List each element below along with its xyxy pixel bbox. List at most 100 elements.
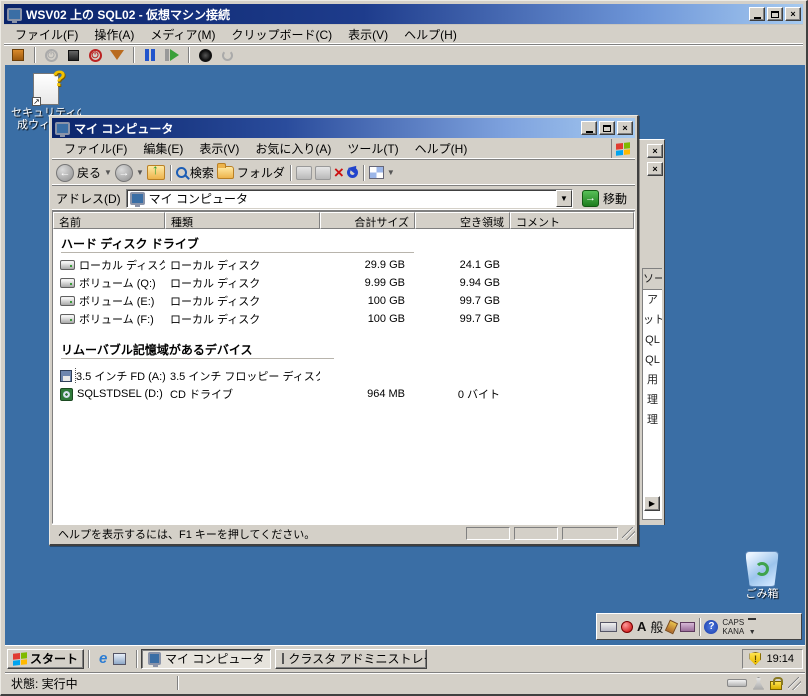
bg-child-close-button[interactable]: × (647, 162, 663, 176)
tray-clock[interactable]: 19:14 (766, 653, 794, 665)
search-icon[interactable] (176, 167, 187, 178)
copy-to-icon[interactable] (315, 166, 331, 180)
explorer-menu-tools[interactable]: ツール(T) (339, 137, 406, 160)
vm-minimize-button[interactable] (749, 7, 765, 21)
ime-tools-icon[interactable] (680, 622, 695, 632)
up-icon[interactable]: ↑ (147, 165, 165, 180)
statusbar-help-text: ヘルプを表示するには、F1 キーを押してください。 (58, 526, 462, 542)
turn-off-button[interactable] (65, 47, 81, 63)
column-header-comments[interactable]: コメント (510, 212, 634, 229)
pause-button[interactable] (142, 47, 158, 63)
vm-menu-view[interactable]: 表示(V) (341, 24, 395, 45)
security-alert-icon[interactable]: ! (749, 652, 761, 665)
explorer-menu-help[interactable]: ヘルプ(H) (407, 137, 476, 160)
address-value: マイ コンピュータ (149, 190, 248, 207)
vm-menu-help[interactable]: ヘルプ(H) (397, 24, 464, 45)
go-button[interactable]: → 移動 (578, 189, 631, 208)
reset-button[interactable] (164, 47, 180, 63)
explorer-menu-favorites[interactable]: お気に入り(A) (247, 137, 339, 160)
vm-menu-media[interactable]: メディア(M) (143, 24, 222, 45)
explorer-maximize-button[interactable] (599, 121, 615, 135)
drive-row-c[interactable]: ローカル ディスク (.. ローカル ディスク 29.9 GB 24.1 GB (53, 256, 634, 274)
back-icon[interactable]: ← (56, 164, 74, 182)
drive-name[interactable]: ボリューム (Q:) (79, 275, 156, 291)
occluded-background-window[interactable]: × × ソー ア ット QL QL 用 理 理 ▶ (638, 139, 665, 525)
explorer-menu-edit[interactable]: 編集(E) (135, 137, 191, 160)
folders-button-label[interactable]: フォルダ (237, 164, 285, 181)
occluded-window-text: ソー (643, 269, 662, 290)
langbar-minimize-icon[interactable] (748, 618, 756, 620)
explorer-close-button[interactable]: × (617, 121, 633, 135)
conversion-mode-general[interactable]: 般 (650, 617, 663, 636)
ctrl-alt-del-button[interactable] (10, 47, 26, 63)
go-arrow-icon: → (582, 190, 599, 207)
move-to-icon[interactable] (296, 166, 312, 180)
vm-titlebar[interactable]: WSV02 上の SQL02 - 仮想マシン接続 × (4, 4, 803, 24)
explorer-menu-file[interactable]: ファイル(F) (56, 137, 135, 160)
start-vm-button[interactable]: ⏻ (43, 47, 59, 63)
ime-pad-icon[interactable] (665, 619, 678, 634)
revert-button[interactable] (219, 47, 235, 63)
bg-window-close-button[interactable]: × (647, 144, 663, 158)
caps-label[interactable]: CAPS (722, 618, 744, 627)
vm-menu-file[interactable]: ファイル(F) (8, 24, 85, 45)
vm-menu-clipboard[interactable]: クリップボード(C) (224, 24, 339, 45)
kana-label[interactable]: KANA (722, 627, 744, 636)
column-header-free-space[interactable]: 空き領域 (415, 212, 510, 229)
desktop-icon-recycle-bin[interactable]: ごみ箱 (727, 551, 797, 600)
ime-status-icon[interactable] (621, 621, 633, 633)
drive-row-f[interactable]: ボリューム (F:) ローカル ディスク 100 GB 99.7 GB (53, 310, 634, 328)
column-header-total-size[interactable]: 合計サイズ (320, 212, 415, 229)
show-desktop-icon[interactable] (113, 653, 126, 665)
drive-total-size: 100 GB (320, 295, 415, 307)
views-icon[interactable] (369, 166, 384, 179)
hdd-icon (60, 278, 75, 288)
drive-name[interactable]: ローカル ディスク (.. (79, 257, 165, 273)
undo-icon[interactable] (347, 167, 358, 178)
task-button-cluster-administrator[interactable]: クラスタ アドミニストレータ -.. (275, 649, 427, 669)
search-button-label[interactable]: 検索 (190, 164, 214, 181)
vm-close-button[interactable]: × (785, 7, 801, 21)
explorer-menu-view[interactable]: 表示(V) (191, 137, 247, 160)
forward-icon[interactable]: → (115, 164, 133, 182)
drive-name[interactable]: 3.5 インチ FD (A:) (76, 368, 165, 384)
start-button[interactable]: スタート (7, 649, 84, 669)
shutdown-button[interactable]: ⏻ (87, 47, 103, 63)
save-state-button[interactable] (109, 47, 125, 63)
back-button-label[interactable]: 戻る (77, 164, 101, 181)
task-button-my-computer[interactable]: マイ コンピュータ (141, 649, 271, 669)
ime-help-icon[interactable]: ? (704, 620, 718, 634)
vm-menu-action[interactable]: 操作(A) (87, 24, 141, 45)
bg-scroll-right-button[interactable]: ▶ (644, 496, 660, 511)
drive-row-d[interactable]: SQLSTDSEL (D:) CD ドライブ 964 MB 0 バイト (53, 385, 634, 403)
drive-row-e[interactable]: ボリューム (E:) ローカル ディスク 100 GB 99.7 GB (53, 292, 634, 310)
keyboard-icon[interactable] (600, 622, 617, 632)
internet-explorer-icon[interactable]: e (99, 650, 107, 667)
guest-desktop[interactable]: ?↗ セキュリティの構 成ウィザ ごみ箱 × × ソー ア ット QL QL 用… (5, 65, 805, 671)
occluded-window-text: 理 (643, 410, 662, 430)
address-dropdown-button[interactable]: ▼ (556, 190, 572, 207)
vm-maximize-button[interactable] (767, 7, 783, 21)
address-input[interactable]: マイ コンピュータ ▼ (126, 189, 573, 208)
snapshot-button[interactable] (197, 47, 213, 63)
langbar-options-icon[interactable]: ▼ (749, 629, 756, 636)
drive-row-a[interactable]: 3.5 インチ FD (A:) 3.5 インチ フロッピー ディスク (53, 367, 634, 385)
forward-dropdown-icon[interactable]: ▼ (136, 168, 144, 177)
back-dropdown-icon[interactable]: ▼ (104, 168, 112, 177)
drive-row-q[interactable]: ボリューム (Q:) ローカル ディスク 9.99 GB 9.94 GB (53, 274, 634, 292)
caps-kana-indicator[interactable]: CAPS KANA (722, 618, 744, 636)
resize-grip[interactable] (788, 677, 801, 690)
delete-icon[interactable]: × (334, 166, 344, 180)
drive-name[interactable]: SQLSTDSEL (D:) (77, 388, 163, 400)
drive-name[interactable]: ボリューム (E:) (79, 293, 154, 309)
drive-name[interactable]: ボリューム (F:) (79, 311, 154, 327)
input-mode-alpha[interactable]: A (637, 619, 646, 634)
column-header-name[interactable]: 名前 (53, 212, 165, 229)
views-dropdown-icon[interactable]: ▼ (387, 168, 395, 177)
go-button-label: 移動 (603, 190, 627, 207)
resize-grip[interactable] (622, 527, 635, 540)
folders-icon[interactable] (217, 166, 234, 179)
column-header-type[interactable]: 種類 (165, 212, 320, 229)
explorer-minimize-button[interactable] (581, 121, 597, 135)
explorer-titlebar[interactable]: マイ コンピュータ × (52, 118, 635, 138)
